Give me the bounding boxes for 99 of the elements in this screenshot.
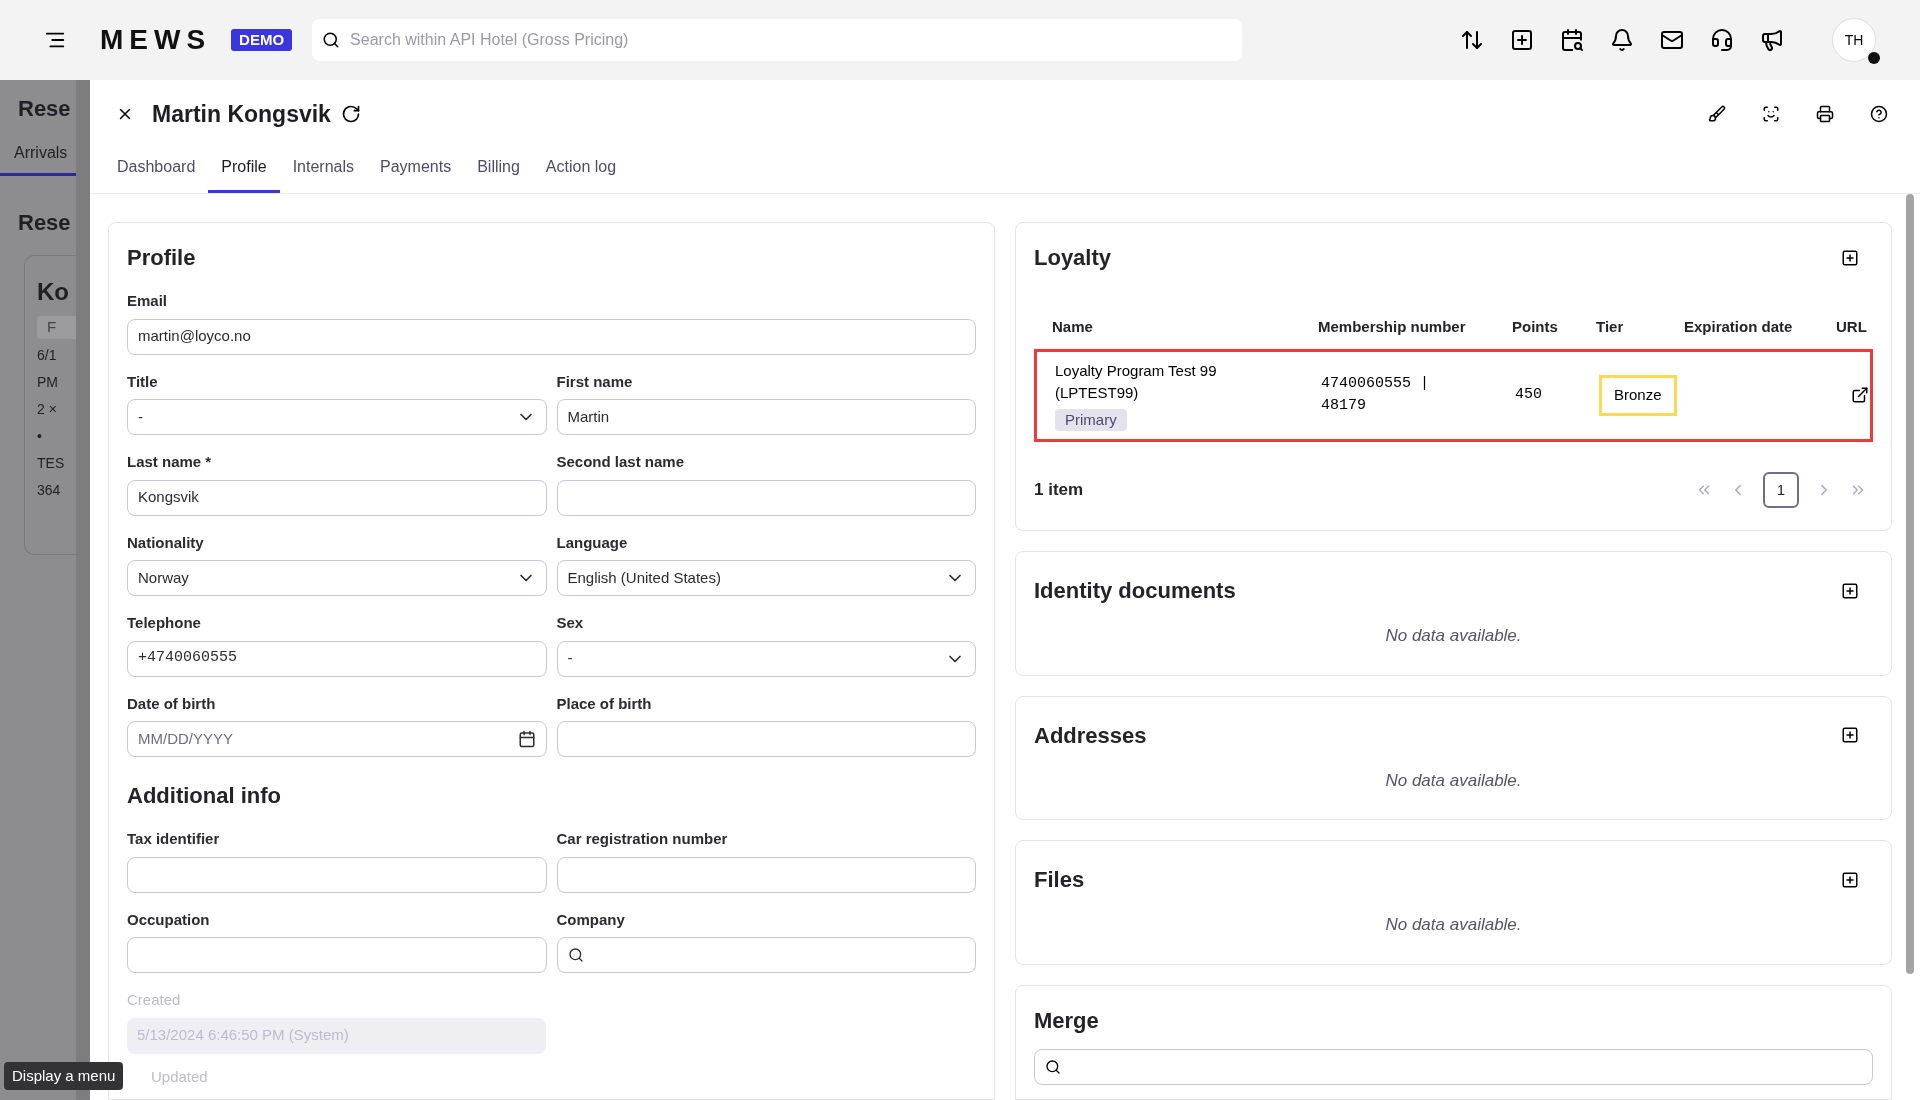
field-label: Tax identifier: [127, 829, 221, 849]
tooltip: Display a menu: [4, 1061, 124, 1090]
bell-icon[interactable]: [1610, 28, 1634, 52]
tab[interactable]: Profile: [208, 144, 280, 193]
section-title: Additional info: [127, 782, 282, 810]
search-field[interactable]: [1034, 1048, 1873, 1085]
empty-message: No data available.: [1385, 625, 1522, 647]
field-label: Nationality: [127, 532, 205, 553]
card-text: 2 ×: [37, 399, 58, 419]
field-label: Place of birth: [556, 693, 653, 714]
brush-icon[interactable]: [1708, 105, 1726, 123]
tab[interactable]: Arrivals: [0, 141, 76, 176]
input-field[interactable]: [127, 937, 547, 973]
card-text: TES: [37, 453, 66, 473]
add-icon[interactable]: [1841, 248, 1859, 267]
table-cell-text: 4740060555 | 48179: [1321, 373, 1431, 417]
megaphone-icon[interactable]: [1760, 28, 1784, 52]
card-text: 364: [37, 480, 62, 500]
tab[interactable]: Internals: [279, 144, 367, 193]
scan-icon[interactable]: [1762, 105, 1780, 123]
headset-icon[interactable]: [1710, 28, 1734, 52]
field-label: Second last name: [556, 452, 686, 472]
field-label: Occupation: [127, 909, 211, 930]
select-field[interactable]: English (United States): [556, 560, 976, 596]
add-icon[interactable]: [1841, 581, 1859, 600]
search-icon: [567, 947, 584, 963]
field-label: Car registration number: [556, 829, 729, 849]
field-label: Created: [127, 990, 182, 1010]
tab[interactable]: Action log: [532, 144, 630, 193]
drawer-title: Martin Kongsvik: [152, 99, 331, 129]
section-title: Addresses: [1034, 721, 1147, 750]
mail-icon[interactable]: [1660, 28, 1684, 52]
page-title: Rese: [17, 95, 72, 123]
select-field[interactable]: Norway: [127, 560, 547, 596]
printer-icon[interactable]: [1816, 105, 1834, 123]
input-field[interactable]: Martin: [556, 399, 976, 435]
calendar-icon[interactable]: [1560, 28, 1584, 52]
select-field[interactable]: -: [556, 640, 976, 677]
section-title: Files: [1034, 866, 1085, 894]
field-label: Title: [127, 371, 159, 392]
input-field[interactable]: [556, 721, 976, 757]
field-label: Email: [127, 291, 169, 311]
search-icon: [1045, 1058, 1061, 1075]
input-field[interactable]: [556, 479, 976, 516]
table-cell: Bronze: [1599, 375, 1677, 416]
column-header: URL: [1836, 317, 1867, 337]
tag: Primary: [1055, 408, 1127, 431]
help-icon[interactable]: [1870, 105, 1888, 123]
external-link-icon[interactable]: [1851, 386, 1869, 405]
card-text: •: [37, 426, 43, 446]
field-label: Last name *: [127, 452, 213, 472]
date-field[interactable]: MM/DD/YYYY: [127, 721, 547, 757]
input-field[interactable]: [556, 856, 976, 893]
field-label: Date of birth: [127, 693, 217, 714]
logo: MEWS: [100, 23, 212, 57]
section-title: Loyalty: [1034, 244, 1112, 272]
avatar[interactable]: TH: [1832, 18, 1876, 62]
column-header: Tier: [1596, 317, 1625, 337]
tab[interactable]: Payments: [367, 144, 465, 193]
empty-message: No data available.: [1385, 914, 1522, 936]
table-cell-text: Loyalty Program Test 99 (LPTEST99): [1055, 360, 1218, 403]
field-label: Telephone: [127, 613, 202, 633]
select-field[interactable]: -: [127, 399, 547, 435]
column-header: Name: [1052, 317, 1094, 337]
field-label: Updated: [151, 1066, 209, 1087]
field-label: Company: [556, 909, 626, 930]
card-title: Ko: [37, 277, 70, 307]
input-field[interactable]: Kongsvik: [127, 479, 547, 516]
input-field[interactable]: +4740060555: [127, 640, 547, 677]
tab[interactable]: Billing: [464, 144, 533, 193]
add-icon[interactable]: [1510, 28, 1534, 52]
sort-icon[interactable]: [1460, 28, 1484, 52]
page-button[interactable]: 1: [1763, 472, 1799, 508]
chip: F: [37, 316, 76, 339]
demo-badge: DEMO: [231, 28, 293, 52]
search-icon: [322, 31, 341, 49]
search-field[interactable]: [556, 937, 976, 973]
section-heading: Rese: [17, 209, 72, 237]
card-text: PM: [37, 372, 59, 392]
section-title: Profile: [127, 244, 197, 272]
input-field[interactable]: martin@loyco.no: [127, 318, 976, 355]
table-cell-text: 450: [1515, 385, 1543, 405]
input-field[interactable]: [127, 856, 547, 893]
field-label: Language: [556, 532, 629, 553]
empty-message: No data available.: [1385, 769, 1522, 792]
item-count: 1 item: [1034, 479, 1084, 502]
field-label: First name: [556, 371, 634, 392]
add-icon[interactable]: [1841, 726, 1859, 744]
column-header: Points: [1512, 317, 1559, 337]
section-title: Merge: [1034, 1006, 1100, 1035]
refresh-icon[interactable]: [340, 104, 361, 124]
tab[interactable]: Dashboard: [104, 144, 209, 193]
card-text: 6/1: [37, 345, 58, 365]
add-icon[interactable]: [1841, 870, 1859, 889]
section-title: Identity documents: [1034, 577, 1236, 605]
column-header: Membership number: [1318, 317, 1467, 337]
column-header: Expiration date: [1684, 317, 1794, 337]
calendar-icon: [517, 730, 536, 748]
field-label: Sex: [556, 613, 585, 633]
